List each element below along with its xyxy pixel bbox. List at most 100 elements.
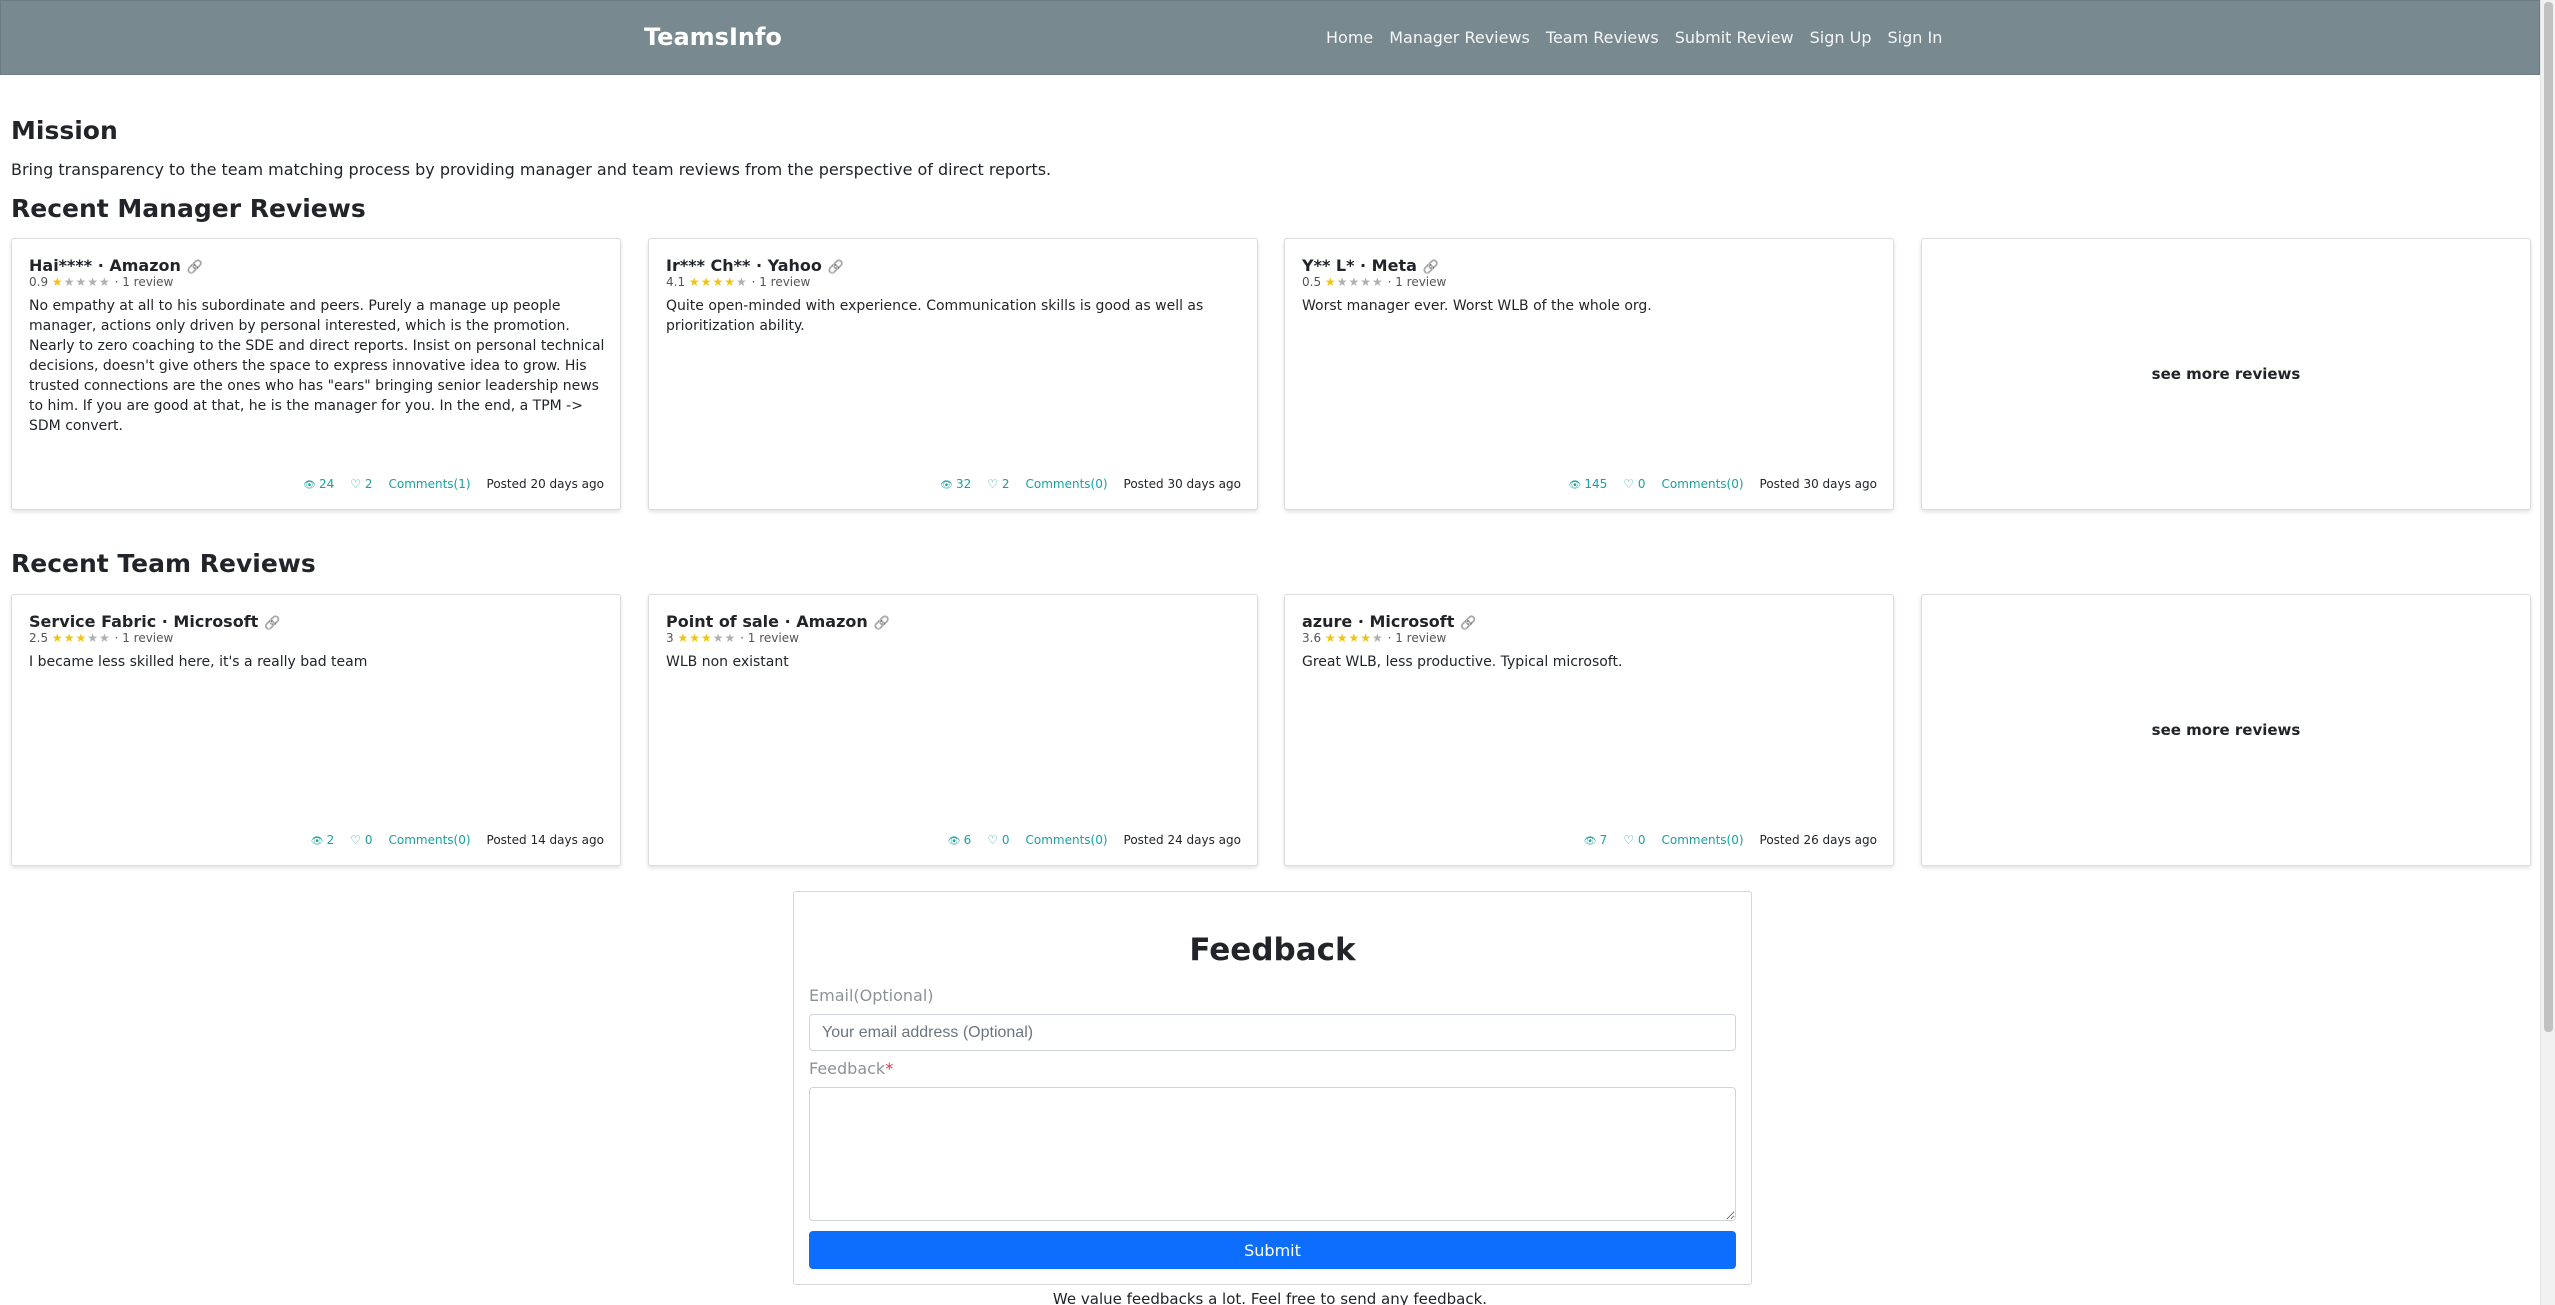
team-see-more-card[interactable]: see more reviews [1921,594,2531,866]
brand-logo[interactable]: TeamsInfo [644,23,782,51]
manager-reviews-title: Recent Manager Reviews [11,194,366,223]
comments-link[interactable]: Comments(0) [1661,833,1743,847]
review-count: · 1 review [114,631,174,645]
star-icon: ★ [98,631,111,645]
review-card[interactable]: Hai**** · Amazon 🔗 0.9 ★★★★★ · 1 review No … [11,238,621,510]
rating-stars: ★★★★★ [1325,275,1384,289]
star-icon: ★ [87,275,99,289]
star-icon: ★ [712,275,725,289]
rating-stars: ★★★★★ [677,631,736,645]
comments-link[interactable]: Comments(0) [1661,477,1743,491]
review-title[interactable]: Y** L* · Meta 🔗 [1302,256,1439,275]
review-card[interactable]: Point of sale · Amazon 🔗 3 ★★★★★ · 1 revie… [648,594,1258,866]
scrollbar-thumb[interactable] [2544,2,2553,1032]
star-icon: ★ [63,631,76,645]
nav-home[interactable]: Home [1326,28,1373,47]
page-scrollbar[interactable] [2540,0,2555,1305]
required-mark: * [885,1059,894,1078]
review-title[interactable]: Ir*** Ch** · Yahoo 🔗 [666,256,844,275]
rating-value: 3 [666,631,674,645]
nav-sign-up[interactable]: Sign Up [1810,28,1872,47]
rating-value: 4.1 [666,275,686,289]
star-icon: ★ [1336,631,1349,645]
nav-submit-review[interactable]: Submit Review [1675,28,1794,47]
heart-icon: ♡ [987,833,1002,847]
see-more-link[interactable]: see more reviews [2152,365,2301,383]
review-title[interactable]: azure · Microsoft 🔗 [1302,612,1477,631]
review-count: · 1 review [1387,631,1447,645]
views-value: 7 [1599,833,1608,847]
like-button[interactable]: ♡ 0 [1623,477,1645,491]
review-card[interactable]: Service Fabric · Microsoft 🔗 2.5 ★★★★★ · 1… [11,594,621,866]
review-footer: 👁 24 ♡ 2 Comments(1) Posted 20 days ago [287,477,604,491]
rating-line: 3 ★★★★★ · 1 review [666,631,799,645]
comments-link[interactable]: Comments(0) [388,833,470,847]
review-card[interactable]: Ir*** Ch** · Yahoo 🔗 4.1 ★★★★★ · 1 review Q… [648,238,1258,510]
link-icon[interactable]: 🔗 [828,260,844,275]
review-card[interactable]: Y** L* · Meta 🔗 0.5 ★★★★★ · 1 review Worst … [1284,238,1894,510]
eye-icon: 👁 [947,836,964,847]
nav-sign-in[interactable]: Sign In [1887,28,1942,47]
posted-time: Posted 30 days ago [1123,477,1241,491]
review-card[interactable]: azure · Microsoft 🔗 3.6 ★★★★★ · 1 review Gr… [1284,594,1894,866]
rating-stars: ★★★★★ [1325,631,1384,645]
like-button[interactable]: ♡ 0 [987,833,1009,847]
heart-icon: ♡ [350,477,365,491]
star-icon: ★ [701,631,713,645]
views-value: 32 [955,477,972,491]
views-value: 6 [963,833,972,847]
likes-value: 0 [364,833,373,847]
email-field[interactable] [809,1014,1736,1051]
comments-link[interactable]: Comments(1) [388,477,470,491]
star-icon: ★ [689,631,701,645]
likes-value: 0 [1637,477,1646,491]
rating-value: 3.6 [1302,631,1322,645]
manager-see-more-card[interactable]: see more reviews [1921,238,2531,510]
review-title[interactable]: Point of sale · Amazon 🔗 [666,612,890,631]
link-icon[interactable]: 🔗 [874,616,890,631]
rating-stars: ★★★★★ [52,275,111,289]
reviewee-name[interactable]: Y** L* · Meta [1302,256,1417,275]
link-icon[interactable]: 🔗 [264,616,280,631]
review-title[interactable]: Service Fabric · Microsoft 🔗 [29,612,281,631]
submit-button[interactable]: Submit [809,1231,1736,1269]
rating-value: 0.5 [1302,275,1322,289]
top-navbar: TeamsInfo Home Manager Reviews Team Revi… [0,0,2540,75]
like-button[interactable]: ♡ 2 [987,477,1009,491]
reviewee-name[interactable]: Ir*** Ch** · Yahoo [666,256,822,275]
like-button[interactable]: ♡ 0 [1623,833,1645,847]
like-button[interactable]: ♡ 0 [350,833,372,847]
star-icon: ★ [1324,275,1337,289]
star-icon: ★ [1371,631,1384,645]
star-icon: ★ [1360,275,1372,289]
star-icon: ★ [724,275,736,289]
comments-link[interactable]: Comments(0) [1025,833,1107,847]
reviewee-name[interactable]: azure · Microsoft [1302,612,1454,631]
nav-manager-reviews[interactable]: Manager Reviews [1389,28,1530,47]
link-icon[interactable]: 🔗 [1423,260,1439,275]
link-icon[interactable]: 🔗 [187,260,203,275]
reviewee-name[interactable]: Point of sale · Amazon [666,612,868,631]
views-count: 👁 7 [1584,833,1608,847]
star-icon: ★ [1348,275,1361,289]
review-title[interactable]: Hai**** · Amazon 🔗 [29,256,203,275]
star-icon: ★ [75,631,88,645]
star-icon: ★ [51,631,64,645]
star-icon: ★ [724,631,737,645]
star-icon: ★ [63,275,76,289]
mission-title: Mission [11,116,118,145]
reviewee-name[interactable]: Service Fabric · Microsoft [29,612,258,631]
comments-link[interactable]: Comments(0) [1025,477,1107,491]
feedback-label-text: Feedback [809,1059,886,1078]
see-more-link[interactable]: see more reviews [2152,721,2301,739]
feedback-textarea[interactable] [809,1087,1736,1221]
rating-value: 2.5 [29,631,49,645]
like-button[interactable]: ♡ 2 [350,477,372,491]
nav-team-reviews[interactable]: Team Reviews [1546,28,1659,47]
reviewee-name[interactable]: Hai**** · Amazon [29,256,181,275]
views-count: 👁 24 [303,477,334,491]
link-icon[interactable]: 🔗 [1460,616,1476,631]
review-text: Great WLB, less productive. Typical micr… [1302,654,1623,670]
rating-line: 0.9 ★★★★★ · 1 review [29,275,173,289]
posted-time: Posted 24 days ago [1123,833,1241,847]
